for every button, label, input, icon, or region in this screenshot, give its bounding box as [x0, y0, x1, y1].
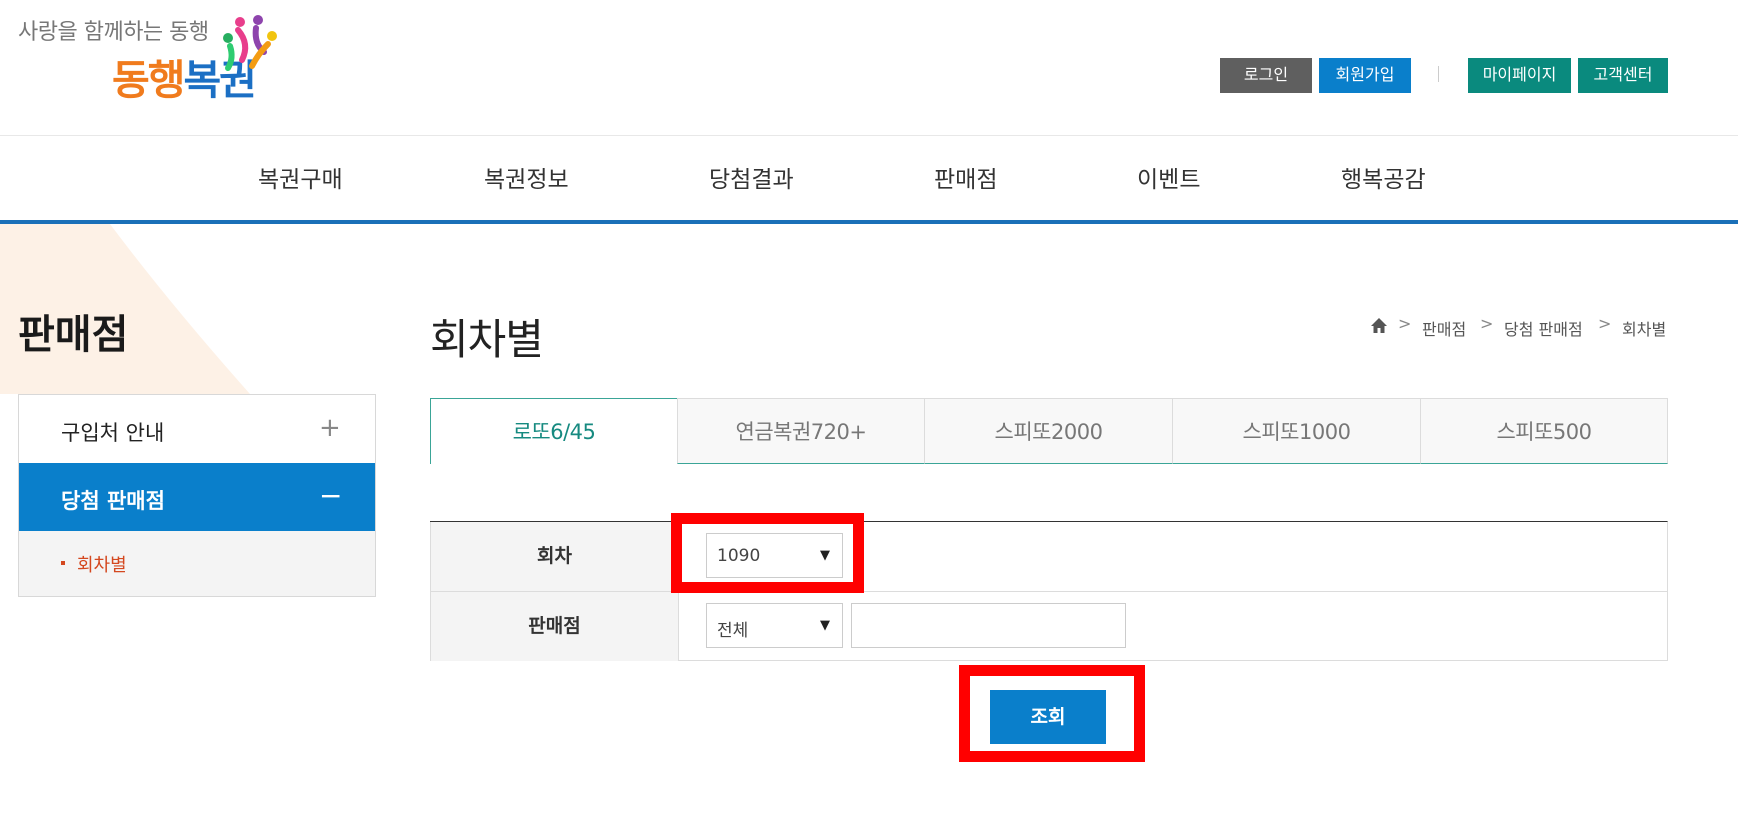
tab-speetto500[interactable]: 스피또500 [1420, 398, 1668, 464]
gnb-underline [0, 220, 1738, 224]
logo-figures-icon [223, 15, 277, 71]
chevron-down-icon: ▼ [820, 618, 830, 633]
breadcrumb-separator: > [1598, 314, 1612, 333]
gnb-item-event[interactable]: 이벤트 [1137, 160, 1200, 194]
logo-name-part1: 동행 [112, 56, 185, 104]
mypage-button[interactable]: 마이페이지 [1468, 58, 1571, 93]
lnb-item-label: 당첨 판매점 [61, 489, 165, 513]
round-label: 회차 [430, 522, 678, 591]
lnb-menu: 구입처 안내 + 당첨 판매점 − 회차별 [18, 394, 376, 597]
join-button[interactable]: 회원가입 [1319, 58, 1411, 93]
store-search-input[interactable] [851, 603, 1126, 648]
breadcrumb-item: 회차별 [1622, 320, 1667, 339]
tab-pension720[interactable]: 연금복권720+ [677, 398, 925, 464]
lnb-item-winning-stores[interactable]: 당첨 판매점 − [19, 463, 375, 531]
breadcrumb-separator: > [1398, 314, 1412, 333]
row-divider [430, 591, 1667, 592]
store-label: 판매점 [430, 592, 678, 661]
store-select-value: 전체 [717, 621, 749, 641]
customer-center-button[interactable]: 고객센터 [1578, 58, 1668, 93]
highlight-box [671, 513, 864, 593]
gnb-item-results[interactable]: 당첨결과 [709, 160, 794, 194]
lnb-subitem-label: 회차별 [77, 555, 127, 576]
login-button[interactable]: 로그인 [1220, 58, 1312, 93]
highlight-box [959, 665, 1145, 762]
lnb-subitem-by-round[interactable]: 회차별 [19, 531, 375, 596]
gnb-divider [0, 135, 1738, 136]
breadcrumb-separator: > [1480, 314, 1494, 333]
minus-icon: − [319, 479, 343, 512]
breadcrumb-item[interactable]: 판매점 [1422, 316, 1466, 340]
tab-speetto1000[interactable]: 스피또1000 [1172, 398, 1421, 464]
tab-speetto2000[interactable]: 스피또2000 [924, 398, 1173, 464]
gnb-item-purchase[interactable]: 복권구매 [258, 160, 343, 194]
tab-lotto645[interactable]: 로또6/45 [430, 398, 678, 464]
breadcrumb-item[interactable]: 당첨 판매점 [1504, 316, 1583, 340]
page-title: 회차별 [430, 315, 544, 364]
bullet-icon [61, 561, 65, 565]
gnb-item-happiness[interactable]: 행복공감 [1341, 160, 1426, 194]
lnb-item-label: 구입처 안내 [61, 421, 165, 445]
gnb-item-info[interactable]: 복권정보 [484, 160, 569, 194]
store-region-select[interactable]: 전체 ▼ [706, 603, 843, 648]
lnb-title: 판매점 [18, 312, 129, 358]
divider [1438, 66, 1439, 82]
lnb-item-store-guide[interactable]: 구입처 안내 + [19, 395, 375, 463]
logo-slogan: 사랑을 함께하는 동행 [18, 20, 209, 45]
home-icon[interactable] [1370, 317, 1388, 335]
plus-icon: + [319, 413, 341, 443]
gnb-item-stores[interactable]: 판매점 [934, 160, 997, 194]
